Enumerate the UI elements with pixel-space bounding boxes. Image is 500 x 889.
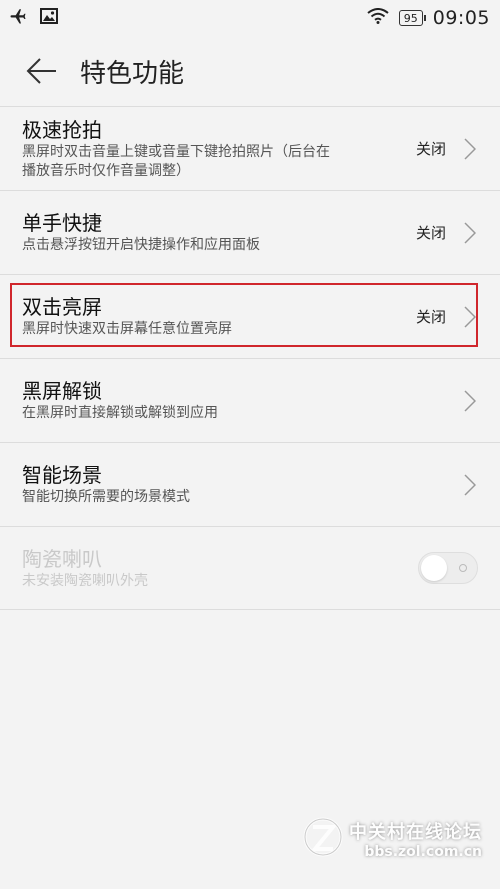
item-title: 单手快捷 bbox=[22, 211, 102, 235]
item-subtitle: 黑屏时快速双击屏幕任意位置亮屏 bbox=[22, 321, 232, 337]
chevron-right-icon bbox=[464, 473, 478, 496]
wifi-icon bbox=[367, 8, 389, 28]
airplane-icon bbox=[8, 7, 28, 29]
toggle-knob bbox=[421, 555, 447, 581]
back-arrow-icon[interactable] bbox=[26, 56, 62, 86]
item-title: 黑屏解锁 bbox=[22, 379, 102, 403]
battery-icon: 95 bbox=[398, 10, 426, 26]
item-title: 双击亮屏 bbox=[22, 295, 102, 319]
item-subtitle: 在黑屏时直接解锁或解锁到应用 bbox=[22, 405, 218, 421]
image-icon bbox=[40, 8, 58, 28]
list-item-ceramic-speaker: 陶瓷喇叭 未安装陶瓷喇叭外壳 bbox=[0, 526, 500, 610]
list-item-screen-off-unlock[interactable]: 黑屏解锁 在黑屏时直接解锁或解锁到应用 bbox=[0, 358, 500, 442]
item-status: 关闭 bbox=[415, 140, 446, 158]
status-bar: 95 09:05 bbox=[0, 0, 500, 36]
item-subtitle-cont: 播放音乐时仅作音量调整） bbox=[22, 162, 190, 179]
chevron-right-icon bbox=[464, 305, 478, 328]
chevron-right-icon bbox=[464, 221, 478, 244]
watermark-url: bbs.zol.com.cn bbox=[364, 844, 482, 860]
item-subtitle: 未安装陶瓷喇叭外壳 bbox=[22, 572, 148, 589]
item-status: 关闭 bbox=[415, 308, 446, 326]
list-item-one-hand[interactable]: 单手快捷 点击悬浮按钮开启快捷操作和应用面板 关闭 bbox=[0, 190, 500, 274]
item-title: 陶瓷喇叭 bbox=[22, 546, 102, 571]
item-subtitle: 点击悬浮按钮开启快捷操作和应用面板 bbox=[22, 237, 260, 253]
title-bar: 特色功能 bbox=[0, 36, 500, 106]
battery-level: 95 bbox=[403, 11, 418, 25]
item-status: 关闭 bbox=[415, 224, 446, 242]
item-title: 智能场景 bbox=[22, 463, 102, 487]
page-title: 特色功能 bbox=[80, 58, 185, 89]
list-item-smart-scene[interactable]: 智能场景 智能切换所需要的场景模式 bbox=[0, 442, 500, 526]
item-title: 极速抢拍 bbox=[22, 117, 102, 142]
chevron-right-icon bbox=[464, 137, 478, 160]
list-item-double-tap-wake[interactable]: 双击亮屏 黑屏时快速双击屏幕任意位置亮屏 关闭 bbox=[0, 274, 500, 358]
chevron-right-icon bbox=[464, 389, 478, 412]
item-subtitle: 黑屏时双击音量上键或音量下键抢拍照片（后台在 bbox=[22, 143, 330, 160]
clock: 09:05 bbox=[432, 7, 490, 29]
toggle-off-indicator bbox=[459, 564, 467, 572]
settings-list: 极速抢拍 黑屏时双击音量上键或音量下键抢拍照片（后台在 播放音乐时仅作音量调整）… bbox=[0, 106, 500, 610]
item-subtitle: 智能切换所需要的场景模式 bbox=[22, 489, 190, 505]
zol-logo-icon bbox=[303, 815, 343, 863]
watermark-name: 中关村在线论坛 bbox=[349, 822, 482, 843]
ceramic-speaker-toggle[interactable] bbox=[418, 552, 478, 584]
list-item-quick-capture[interactable]: 极速抢拍 黑屏时双击音量上键或音量下键抢拍照片（后台在 播放音乐时仅作音量调整）… bbox=[0, 106, 500, 190]
watermark: 中关村在线论坛 bbs.zol.com.cn bbox=[303, 815, 482, 863]
